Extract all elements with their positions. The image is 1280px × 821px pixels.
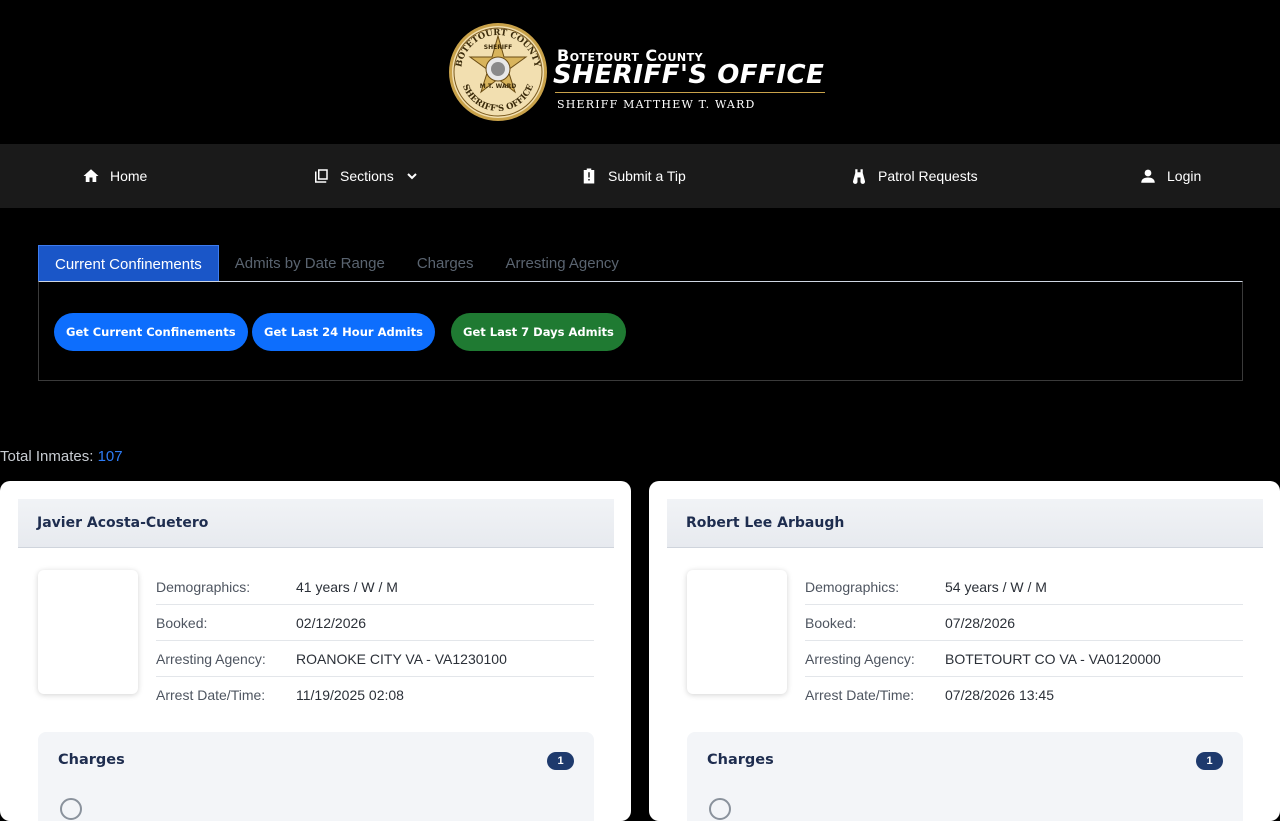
charges-count-badge: 1: [547, 752, 574, 770]
booked-label: Booked:: [805, 614, 857, 631]
inmate-name[interactable]: Robert Lee Arbaugh: [667, 499, 1263, 548]
svg-text:SHERIFF: SHERIFF: [484, 44, 513, 51]
charges-panel[interactable]: Charges 1: [687, 732, 1243, 821]
arrest-value: 07/28/2026 13:45: [945, 687, 1054, 703]
info-row-arrest: Arrest Date/Time: 07/28/2026 13:45: [805, 677, 1243, 713]
booked-value: 02/12/2026: [296, 614, 367, 631]
total-inmates-count: 107: [97, 448, 123, 465]
agency-value: BOTETOURT CO VA - VA0120000: [945, 650, 1161, 667]
charges-panel[interactable]: Charges 1: [38, 732, 594, 821]
nav-home[interactable]: Home: [82, 144, 147, 208]
info-row-agency: Arresting Agency: ROANOKE CITY VA - VA12…: [156, 641, 594, 677]
inmate-details: Demographics: 54 years / W / M Booked: 0…: [805, 569, 1243, 713]
nav-submit-tip-label: Submit a Tip: [608, 168, 686, 184]
brand-sheriff: SHERIFF MATTHEW T. WARD: [557, 98, 756, 111]
inmate-photo[interactable]: [38, 570, 138, 694]
tab-current-confinements[interactable]: Current Confinements: [38, 245, 219, 282]
agency-value: ROANOKE CITY VA - VA1230100: [296, 650, 507, 667]
info-row-demographics: Demographics: 41 years / W / M: [156, 569, 594, 605]
info-row-booked: Booked: 02/12/2026: [156, 605, 594, 641]
agency-label: Arresting Agency:: [156, 650, 266, 667]
charge-item-icon: [709, 798, 731, 820]
inmate-details: Demographics: 41 years / W / M Booked: 0…: [156, 569, 594, 713]
info-row-arrest: Arrest Date/Time: 11/19/2025 02:08: [156, 677, 594, 713]
charge-item-icon: [60, 798, 82, 820]
arrest-label: Arrest Date/Time:: [805, 687, 915, 703]
info-row-demographics: Demographics: 54 years / W / M: [805, 569, 1243, 605]
inmate-card: Robert Lee Arbaugh Demographics: 54 year…: [649, 481, 1280, 821]
inmate-card: Javier Acosta-Cuetero Demographics: 41 y…: [0, 481, 631, 821]
arrest-value: 11/19/2025 02:08: [296, 687, 404, 703]
agency-label: Arresting Agency:: [805, 650, 915, 667]
demographics-value: 41 years / W / M: [296, 578, 398, 595]
brand-divider: [555, 92, 825, 93]
nav-login-label: Login: [1167, 168, 1202, 184]
charges-title: Charges: [58, 752, 125, 768]
home-icon: [83, 169, 99, 182]
demographics-label: Demographics:: [156, 578, 251, 595]
nav-home-label: Home: [110, 168, 148, 184]
demographics-value: 54 years / W / M: [945, 578, 1047, 595]
tab-charges[interactable]: Charges: [401, 245, 490, 282]
tab-admits-by-date-range[interactable]: Admits by Date Range: [219, 245, 401, 282]
booked-label: Booked:: [156, 614, 208, 631]
booked-value: 07/28/2026: [945, 614, 1016, 631]
svg-text:M.T. WARD: M.T. WARD: [480, 83, 516, 90]
nav-submit-tip[interactable]: Submit a Tip: [580, 144, 686, 208]
book-icon: [315, 169, 328, 183]
total-inmates-label: Total Inmates:: [0, 448, 94, 465]
charges-title: Charges: [707, 752, 774, 768]
info-row-booked: Booked: 07/28/2026: [805, 605, 1243, 641]
nav-sections[interactable]: Sections: [312, 144, 418, 208]
nav-login[interactable]: Login: [1139, 144, 1201, 208]
get-last-24-hour-admits-button[interactable]: Get Last 24 Hour Admits: [252, 313, 435, 351]
site-logo[interactable]: BOTETOURT COUNTY SHERIFF'S OFFICE SHERIF…: [447, 22, 832, 122]
site-header: BOTETOURT COUNTY SHERIFF'S OFFICE SHERIF…: [0, 0, 1280, 144]
tab-panel-current-confinements: Get Current Confinements Get Last 24 Hou…: [38, 281, 1243, 381]
sheriff-seal-icon: BOTETOURT COUNTY SHERIFF'S OFFICE SHERIF…: [449, 23, 547, 121]
main-nav: Home Sections Submit a Tip Patrol Reques…: [0, 144, 1280, 208]
chevron-down-icon: [406, 173, 417, 180]
tab-arresting-agency[interactable]: Arresting Agency: [490, 245, 635, 282]
search-tabs: Current Confinements Admits by Date Rang…: [38, 245, 635, 282]
get-last-7-days-admits-button[interactable]: Get Last 7 Days Admits: [451, 313, 626, 351]
binoculars-icon: [852, 169, 866, 184]
demographics-label: Demographics:: [805, 578, 900, 595]
user-icon: [1141, 169, 1155, 183]
brand-office: SHERIFF'S OFFICE: [553, 60, 825, 90]
charges-count-badge: 1: [1196, 752, 1223, 770]
arrest-label: Arrest Date/Time:: [156, 687, 266, 703]
nav-patrol-requests-label: Patrol Requests: [878, 168, 978, 184]
nav-sections-label: Sections: [340, 168, 394, 184]
inmate-photo[interactable]: [687, 570, 787, 694]
clipboard-alert-icon: [583, 168, 595, 184]
total-inmates: Total Inmates: 107: [0, 448, 123, 465]
info-row-agency: Arresting Agency: BOTETOURT CO VA - VA01…: [805, 641, 1243, 677]
nav-patrol-requests[interactable]: Patrol Requests: [850, 144, 978, 208]
inmate-name[interactable]: Javier Acosta-Cuetero: [18, 499, 614, 548]
get-current-confinements-button[interactable]: Get Current Confinements: [54, 313, 248, 351]
